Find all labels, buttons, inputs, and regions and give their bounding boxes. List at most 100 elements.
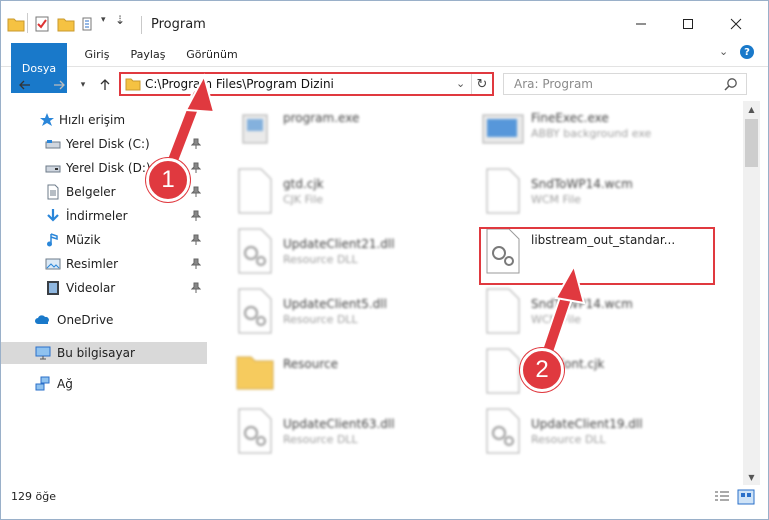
file-item[interactable]: FineExec.exe ABBY background exe (481, 107, 701, 157)
address-dropdown-icon[interactable]: ⌄ (456, 77, 465, 90)
sidebar-item-quick-access[interactable]: Hızlı erişim (1, 109, 207, 131)
file-name: FineExec.exe (531, 111, 609, 125)
pin-icon[interactable] (191, 186, 201, 198)
address-path: C:\Program Files\Program Dizini (145, 77, 334, 91)
file-icon (486, 168, 520, 214)
sidebar-label: Yerel Disk (D:) (66, 161, 151, 175)
file-item[interactable]: gtd.cjk CJK File (233, 167, 453, 217)
sidebar-label: OneDrive (57, 313, 114, 327)
file-item[interactable]: SndToWP14.wcm WCM File (481, 167, 701, 217)
forward-arrow-icon (54, 80, 65, 90)
sidebar-item-downloads[interactable]: İndirmeler (1, 205, 207, 227)
back-arrow-icon (19, 80, 30, 90)
ribbon-tabs: Dosya Giriş Paylaş Görünüm ⌄ ? (1, 41, 768, 93)
tab-share[interactable]: Paylaş (125, 43, 171, 65)
pin-icon[interactable] (191, 162, 201, 174)
file-name: gtd.cjk (283, 177, 324, 191)
pin-icon[interactable] (191, 258, 201, 270)
sidebar-item-onedrive[interactable]: OneDrive (1, 309, 207, 331)
file-item[interactable]: UpdateClient5.dll Resource DLL (233, 287, 453, 337)
file-type: Resource DLL (531, 433, 606, 446)
large-icons-view-icon[interactable] (737, 489, 755, 505)
qa-divider (27, 13, 28, 33)
scroll-down-icon[interactable]: ▼ (743, 469, 760, 485)
forward-button[interactable] (49, 75, 69, 95)
sidebar-item-this-pc[interactable]: Bu bilgisayar (1, 342, 207, 364)
new-folder-icon[interactable] (57, 15, 75, 33)
sidebar-label: Belgeler (66, 185, 116, 199)
file-type: WCM File (531, 313, 581, 326)
close-button[interactable] (713, 9, 759, 39)
file-item[interactable]: UpdateClient19.dll Resource DLL (481, 407, 701, 457)
step-badge-1: 1 (146, 158, 190, 202)
file-type: ABBY background exe (531, 127, 652, 140)
scroll-thumb[interactable] (745, 119, 758, 167)
file-type: Resource DLL (283, 313, 358, 326)
sidebar-label: Bu bilgisayar (57, 346, 135, 360)
file-list: program.exe FineExec.exe ABBY background… (209, 101, 743, 485)
scroll-up-icon[interactable]: ▲ (743, 101, 760, 117)
recent-locations-button[interactable]: ▾ (73, 75, 93, 95)
pin-icon[interactable] (191, 234, 201, 246)
pin-icon[interactable] (191, 282, 201, 294)
file-name: UpdateClient5.dll (283, 297, 387, 311)
title-bar: ▾ ⇣ Program (1, 1, 768, 41)
dll-icon (238, 288, 272, 334)
ribbon-expand-icon[interactable]: ⌄ (719, 45, 728, 58)
sidebar-item-local-disk-c[interactable]: Yerel Disk (C:) (1, 133, 207, 155)
file-icon (486, 288, 520, 334)
qa-dropdown-icon[interactable]: ▾ (101, 15, 106, 25)
file-type: CJK File (283, 193, 324, 206)
refresh-button[interactable]: ↻ (471, 74, 492, 94)
file-item[interactable]: UpdateClient63.dll Resource DLL (233, 407, 453, 457)
sidebar-item-videos[interactable]: Videolar (1, 277, 207, 299)
tab-view[interactable]: Görünüm (181, 43, 243, 65)
star-icon (40, 113, 54, 126)
computer-icon (35, 346, 51, 360)
folder-icon (125, 78, 141, 91)
status-bar: 129 öğe (1, 485, 768, 519)
properties-icon[interactable] (33, 15, 51, 33)
sidebar-item-music[interactable]: Müzik (1, 229, 207, 251)
file-name: UpdateClient63.dll (283, 417, 395, 431)
vertical-scrollbar[interactable]: ▲ ▼ (743, 101, 760, 485)
file-item[interactable]: UpdateClient21.dll Resource DLL (233, 227, 453, 277)
file-item[interactable]: Resource (233, 347, 453, 397)
file-type: WCM File (531, 193, 581, 206)
sidebar-label: Ağ (57, 377, 73, 391)
navigation-pane: Hızlı erişim Yerel Disk (C:) Yerel Disk … (1, 101, 207, 481)
downloads-icon (47, 209, 59, 222)
up-arrow-icon (100, 79, 110, 90)
folder-icon (236, 356, 274, 390)
pictures-icon (45, 258, 61, 270)
pin-icon[interactable] (191, 138, 201, 150)
window-title: Program (151, 17, 206, 32)
drive-icon (45, 140, 61, 149)
up-button[interactable] (95, 75, 115, 95)
help-icon[interactable]: ? (740, 45, 754, 59)
back-button[interactable] (15, 75, 35, 95)
exe-icon (482, 114, 524, 144)
sidebar-item-pictures[interactable]: Resimler (1, 253, 207, 275)
search-icon (724, 78, 737, 91)
folder-icon[interactable] (7, 15, 25, 33)
details-view-icon[interactable] (713, 489, 731, 505)
address-bar[interactable]: C:\Program Files\Program Dizini ⌄ ↻ (119, 72, 494, 96)
maximize-button[interactable] (665, 9, 711, 39)
view-icon[interactable] (81, 15, 99, 33)
sidebar-label: Videolar (66, 281, 116, 295)
file-name: UpdateClient21.dll (283, 237, 395, 251)
sidebar-label: Resimler (66, 257, 119, 271)
sidebar-label: Hızlı erişim (59, 113, 126, 127)
sidebar-item-network[interactable]: Ağ (1, 373, 207, 395)
dll-icon (486, 408, 520, 454)
file-item[interactable]: BoldFont.cjk (481, 347, 701, 397)
minimize-button[interactable] (618, 9, 664, 39)
tab-home[interactable]: Giriş (75, 43, 119, 65)
file-name: SndToWP14.wcm (531, 297, 633, 311)
search-box[interactable]: Ara: Program (503, 73, 747, 95)
file-item[interactable]: program.exe (233, 107, 453, 157)
qa-customize-icon[interactable]: ⇣ (115, 13, 125, 27)
pin-icon[interactable] (191, 210, 201, 222)
file-item[interactable]: SndToWP14.wcm WCM File (481, 287, 701, 337)
